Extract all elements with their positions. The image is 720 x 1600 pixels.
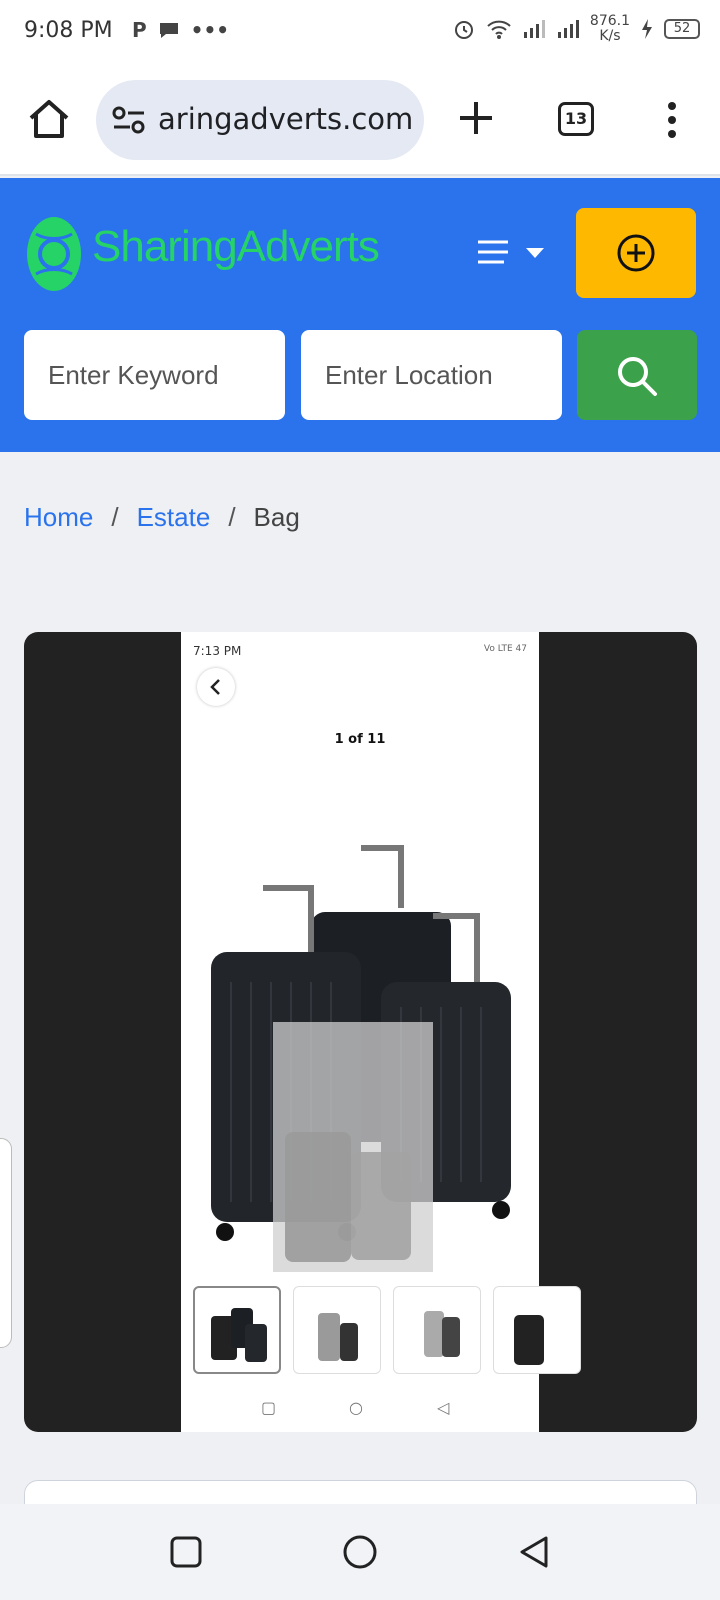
- breadcrumb-separator: /: [111, 502, 119, 532]
- signal-icon: [523, 20, 545, 38]
- side-drawer-handle[interactable]: [0, 1138, 12, 1348]
- add-circle-icon: [617, 234, 655, 272]
- thumbnail-4[interactable]: [493, 1286, 581, 1374]
- recents-icon[interactable]: [168, 1534, 204, 1570]
- app-p-icon: P: [132, 18, 147, 42]
- site-logo[interactable]: SharingAdverts: [26, 214, 380, 294]
- network-speed: 876.1 K/s: [589, 13, 630, 44]
- product-gallery[interactable]: 7:13 PM Vo LTE 47 1 of 11 ▢ ○ ◁: [24, 632, 697, 1432]
- product-image[interactable]: 7:13 PM Vo LTE 47 1 of 11 ▢ ○ ◁: [181, 632, 581, 1432]
- home-icon[interactable]: [26, 96, 72, 142]
- image-counter: 1 of 11: [334, 732, 386, 747]
- logo-text: SharingAdverts: [92, 222, 380, 271]
- image-status-icons: Vo LTE 47: [483, 644, 527, 654]
- breadcrumb-current: Bag: [253, 502, 300, 532]
- luggage-thumbnail-image: [211, 1308, 267, 1362]
- address-bar[interactable]: aringadverts.com: [96, 80, 424, 160]
- thumbnail-3[interactable]: [393, 1286, 481, 1374]
- nav-menu-icon[interactable]: [478, 238, 558, 268]
- luggage-thumbnail-image: [318, 1313, 358, 1361]
- chat-bubble-icon: [159, 23, 178, 38]
- search-button[interactable]: [577, 330, 697, 420]
- wifi-icon: [487, 20, 511, 39]
- breadcrumb-estate[interactable]: Estate: [137, 502, 211, 533]
- thumbnail-1[interactable]: [193, 1286, 281, 1374]
- back-arrow-icon: [210, 679, 220, 695]
- status-time: 9:08 PM: [24, 18, 113, 43]
- breadcrumb-home[interactable]: Home: [24, 502, 93, 533]
- search-icon: [618, 357, 657, 396]
- site-settings-icon[interactable]: [112, 106, 146, 134]
- status-bar: 9:08 PM P ••• 876.1 K/s 52: [0, 0, 720, 64]
- image-recents-icon: ▢: [261, 1398, 277, 1417]
- luggage-image: [211, 845, 511, 1272]
- back-triangle-icon[interactable]: [516, 1534, 552, 1570]
- luggage-thumbnail-image: [424, 1311, 460, 1357]
- browser-toolbar: aringadverts.com 13: [0, 64, 720, 176]
- logo-mark-icon: [27, 217, 81, 291]
- home-circle-icon[interactable]: [342, 1534, 378, 1570]
- url-text: aringadverts.com: [158, 102, 413, 136]
- keyword-input[interactable]: [24, 330, 285, 420]
- alarm-icon: [454, 21, 473, 39]
- new-tab-icon[interactable]: [456, 98, 496, 138]
- system-navigation-bar: [0, 1504, 720, 1600]
- breadcrumb: Home / Estate / Bag: [24, 502, 300, 533]
- charging-icon: [642, 19, 652, 39]
- image-back-icon: ◁: [437, 1398, 450, 1417]
- location-input[interactable]: [301, 330, 562, 420]
- thumbnail-2[interactable]: [293, 1286, 381, 1374]
- breadcrumb-separator: /: [228, 502, 236, 532]
- image-home-icon: ○: [349, 1398, 363, 1417]
- post-ad-button[interactable]: [576, 208, 696, 298]
- thumbnail-strip: [193, 1286, 581, 1374]
- tab-switcher-button[interactable]: 13: [558, 102, 594, 136]
- luggage-thumbnail-image: [514, 1315, 544, 1365]
- more-notifications-icon: •••: [190, 18, 230, 42]
- image-status-time: 7:13 PM: [193, 644, 242, 658]
- battery-icon: 52: [664, 19, 700, 39]
- site-header: SharingAdverts: [0, 178, 720, 452]
- overflow-menu-icon[interactable]: [664, 100, 680, 140]
- signal-2-icon: [557, 20, 579, 38]
